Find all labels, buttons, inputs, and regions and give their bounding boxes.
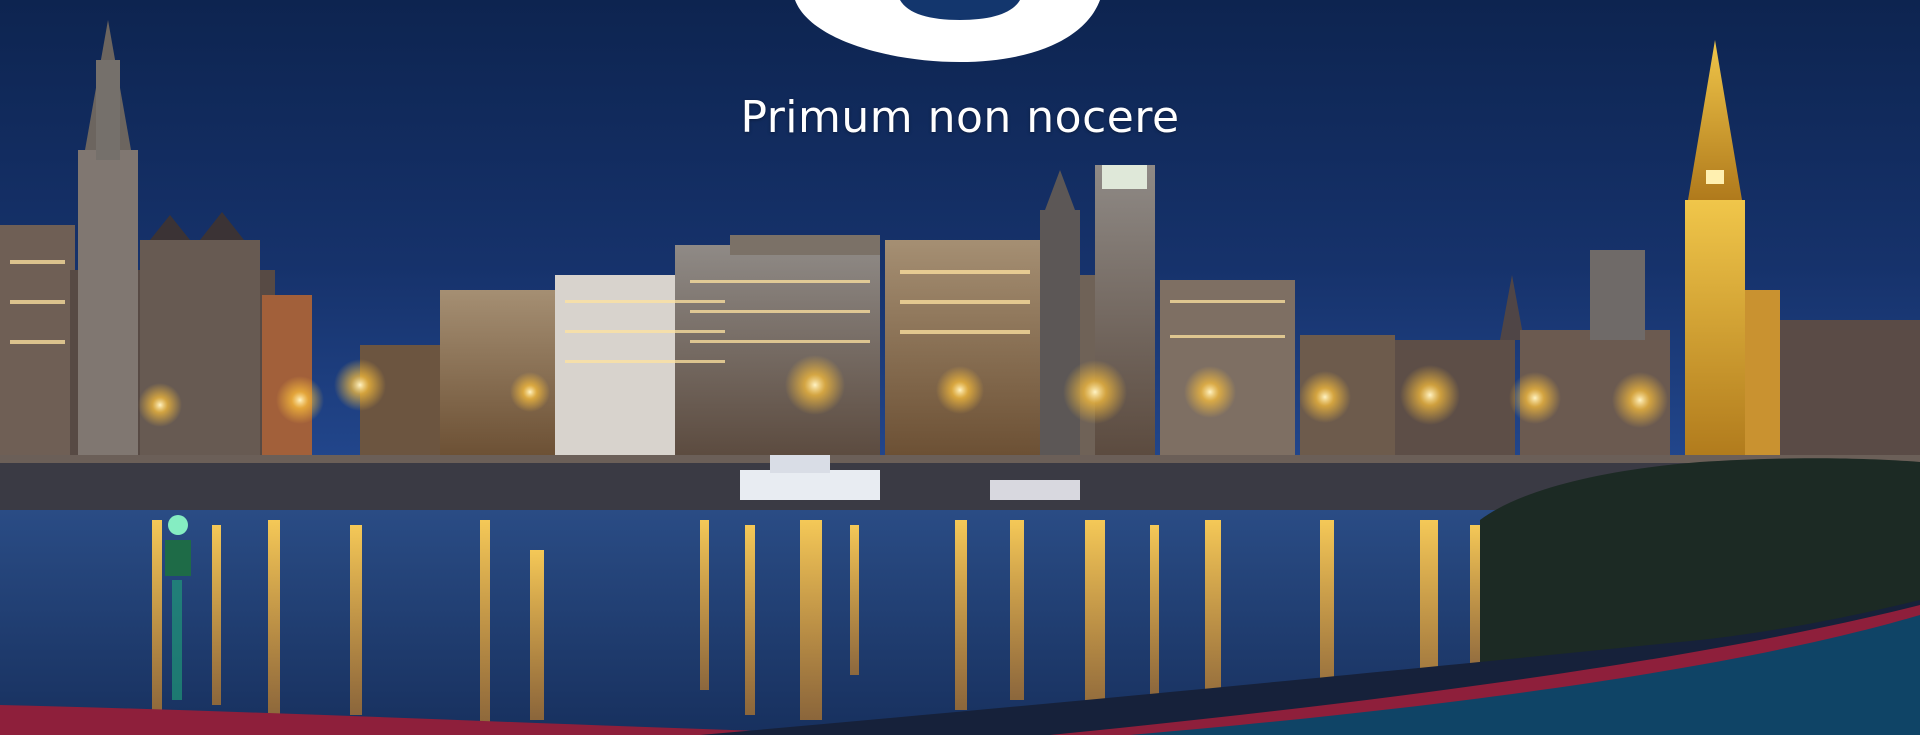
hero-banner: Primum non nocere xyxy=(0,0,1920,735)
motto-text: Primum non nocere xyxy=(740,92,1180,143)
